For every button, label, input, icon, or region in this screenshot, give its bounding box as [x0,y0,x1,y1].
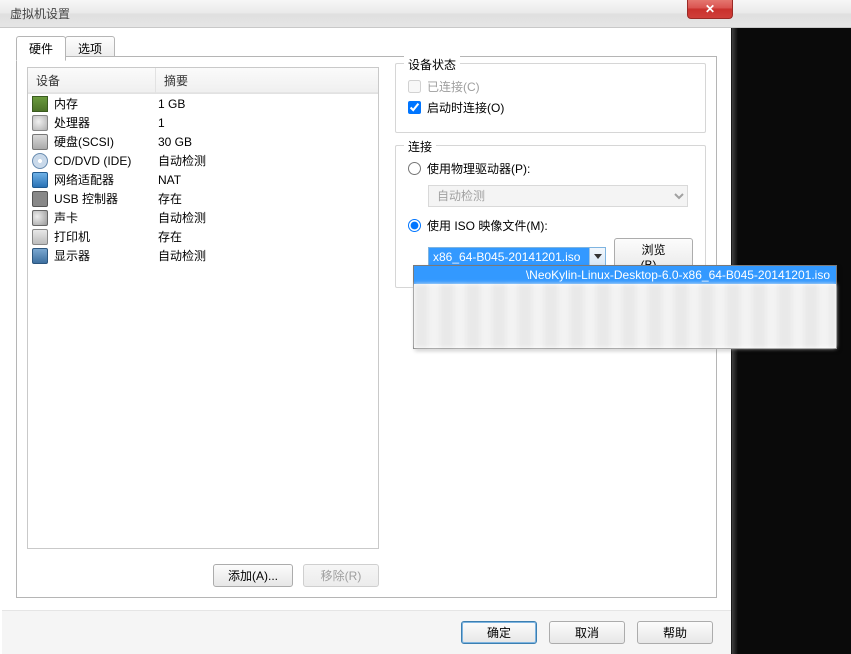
hardware-row[interactable]: 声卡自动检测 [28,208,378,227]
add-button[interactable]: 添加(A)... [213,564,293,587]
window-title: 虚拟机设置 [10,5,70,22]
hardware-buttons: 添加(A)... 移除(R) [27,564,379,587]
group-device-status: 设备状态 已连接(C) 启动时连接(O) [395,63,706,133]
dialog-footer: 确定 取消 帮助 [2,610,731,654]
device-summary: 30 GB [158,135,372,149]
col-summary[interactable]: 摘要 [156,68,378,93]
device-icon [32,96,48,112]
hardware-row[interactable]: 网络适配器NAT [28,170,378,189]
use-physical-radio[interactable] [408,162,421,175]
device-summary: 1 GB [158,97,372,111]
hardware-list[interactable]: 设备 摘要 内存1 GB处理器1硬盘(SCSI)30 GBCD/DVD (IDE… [27,67,379,549]
hardware-row[interactable]: CD/DVD (IDE)自动检测 [28,151,378,170]
device-icon [32,134,48,150]
device-summary: 自动检测 [158,209,372,226]
ok-button[interactable]: 确定 [461,621,537,644]
device-icon [32,229,48,245]
iso-combobox[interactable] [428,247,606,267]
device-name: 硬盘(SCSI) [54,133,158,150]
legend-device-status: 设备状态 [404,56,460,73]
close-icon: ✕ [705,2,715,16]
device-summary: 存在 [158,190,372,207]
help-button[interactable]: 帮助 [637,621,713,644]
device-name: 打印机 [54,228,158,245]
connect-at-poweron-checkbox[interactable] [408,101,421,114]
connected-checkbox [408,80,421,93]
device-name: 处理器 [54,114,158,131]
checkbox-connect-at-poweron[interactable]: 启动时连接(O) [408,99,693,116]
device-icon [32,210,48,226]
iso-dropdown-button[interactable] [589,248,605,266]
titlebar: 虚拟机设置 ✕ [0,0,851,28]
device-icon [32,191,48,207]
hardware-row[interactable]: 内存1 GB [28,94,378,113]
device-icon [32,153,48,169]
device-name: 内存 [54,95,158,112]
device-name: CD/DVD (IDE) [54,154,158,168]
legend-connection: 连接 [404,138,436,155]
device-icon [32,115,48,131]
chevron-down-icon [594,254,602,259]
col-device[interactable]: 设备 [28,68,156,93]
hardware-list-header: 设备 摘要 [28,68,378,94]
device-name: 声卡 [54,209,158,226]
redacted-area [414,284,836,348]
tab-hardware[interactable]: 硬件 [16,36,66,61]
device-name: 网络适配器 [54,171,158,188]
iso-dropdown-item[interactable]: \NeoKylin-Linux-Desktop-6.0-x86_64-B045-… [414,266,836,284]
device-name: 显示器 [54,247,158,264]
hardware-row[interactable]: USB 控制器存在 [28,189,378,208]
device-summary: 自动检测 [158,152,372,169]
device-icon [32,172,48,188]
radio-use-physical[interactable]: 使用物理驱动器(P): [408,160,693,177]
device-summary: 存在 [158,228,372,245]
hardware-row[interactable]: 显示器自动检测 [28,246,378,265]
checkbox-connected[interactable]: 已连接(C) [408,78,693,95]
physical-drive-select: 自动检测 [428,185,688,207]
use-iso-radio[interactable] [408,219,421,232]
cancel-button[interactable]: 取消 [549,621,625,644]
iso-dropdown-list[interactable]: \NeoKylin-Linux-Desktop-6.0-x86_64-B045-… [413,265,837,349]
device-name: USB 控制器 [54,190,158,207]
device-summary: 自动检测 [158,247,372,264]
hardware-row[interactable]: 硬盘(SCSI)30 GB [28,132,378,151]
device-icon [32,248,48,264]
radio-use-iso[interactable]: 使用 ISO 映像文件(M): [408,217,693,234]
device-summary: 1 [158,116,372,130]
window-close-button[interactable]: ✕ [687,0,733,19]
iso-path-input[interactable] [428,247,606,267]
hardware-row[interactable]: 打印机存在 [28,227,378,246]
hardware-row[interactable]: 处理器1 [28,113,378,132]
device-summary: NAT [158,173,372,187]
remove-button: 移除(R) [303,564,379,587]
